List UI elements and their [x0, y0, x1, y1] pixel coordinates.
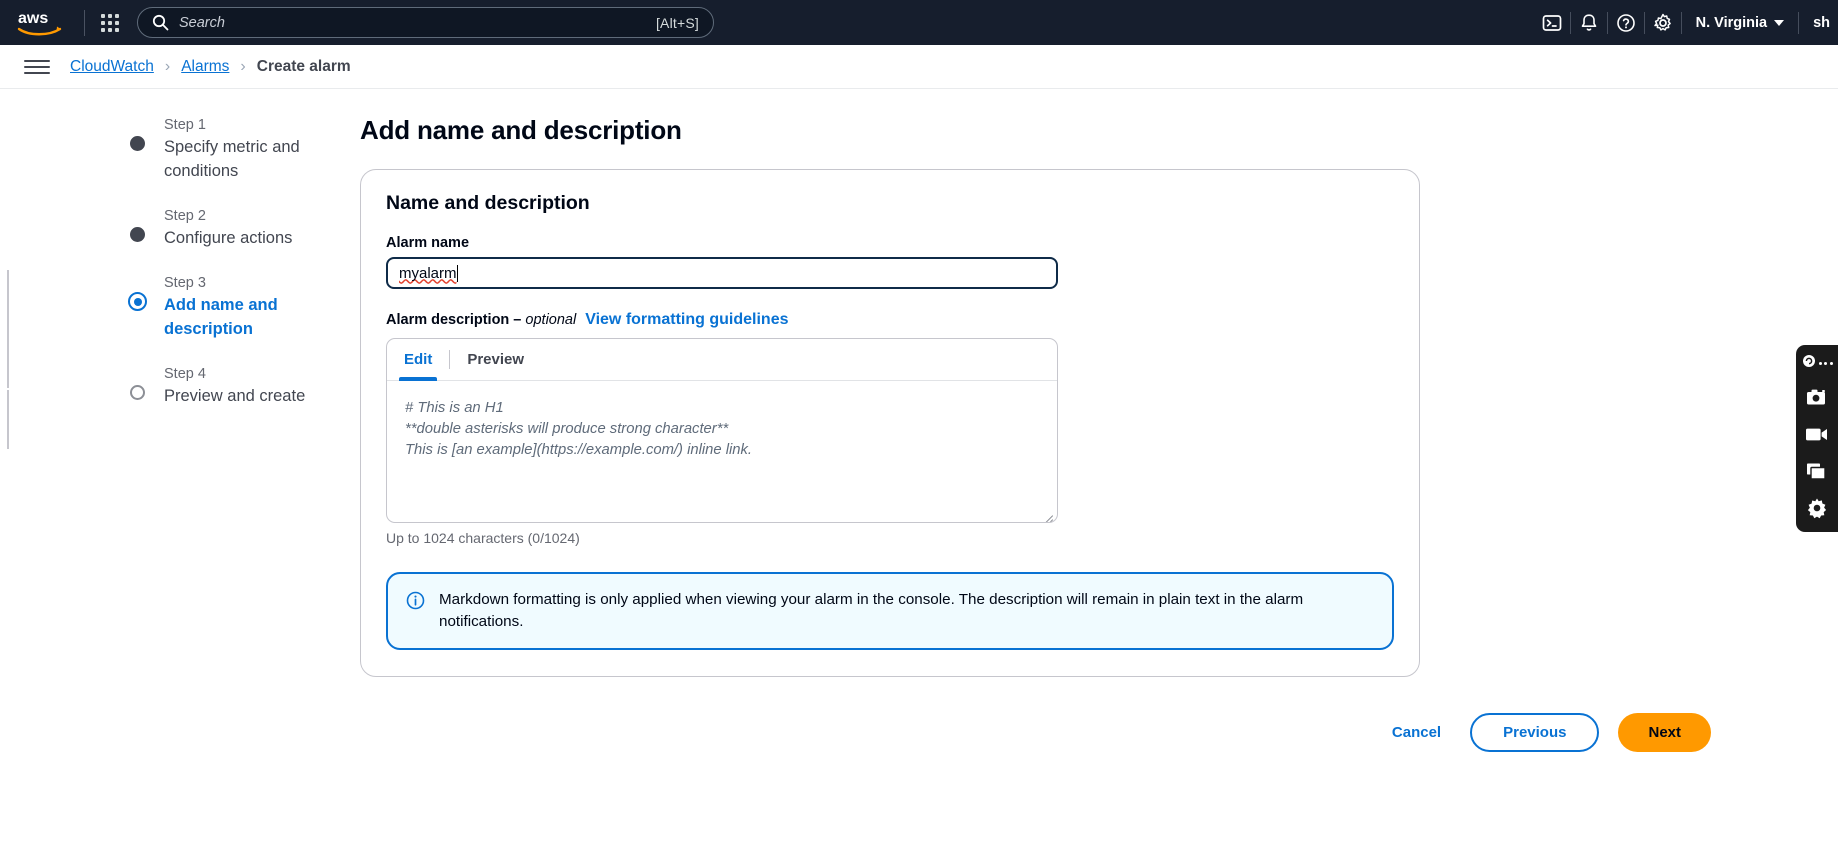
breadcrumb-item-create-alarm: Create alarm: [256, 57, 351, 75]
alarm-name-label: Alarm name: [386, 235, 470, 251]
wizard-step-2[interactable]: Step 2 Configure actions: [130, 206, 360, 250]
settings-icon[interactable]: [1645, 0, 1681, 45]
nav-divider: [84, 9, 85, 36]
screen-recorder-toolbar: [1796, 345, 1838, 532]
cloudshell-icon[interactable]: [1534, 0, 1570, 45]
windows-icon[interactable]: [1804, 458, 1830, 484]
alert-message: Markdown formatting is only applied when…: [439, 591, 1304, 630]
description-textarea-wrapper: [387, 381, 1057, 522]
step-number: Step 4: [164, 366, 206, 382]
step-rail: [7, 270, 9, 329]
cancel-button[interactable]: Cancel: [1382, 718, 1451, 747]
description-textarea[interactable]: [387, 381, 1057, 517]
bell-icon[interactable]: [1571, 0, 1607, 45]
step-title: Configure actions: [164, 229, 293, 247]
services-waffle-icon[interactable]: [93, 6, 127, 40]
alarm-description-label-text: Alarm description –: [386, 312, 526, 328]
markdown-info-alert: Markdown formatting is only applied when…: [386, 572, 1394, 650]
page-body: Step 1 Specify metric and conditions Ste…: [0, 89, 1838, 752]
name-and-description-card: Name and description Alarm name myalarm …: [360, 169, 1420, 677]
video-camera-icon[interactable]: [1804, 421, 1830, 447]
step-dot-icon-pending: [130, 385, 145, 400]
aws-logo[interactable]: aws: [14, 9, 66, 37]
help-icon[interactable]: [1608, 0, 1644, 45]
breadcrumb: CloudWatch › Alarms › Create alarm: [70, 58, 351, 76]
breadcrumb-item-alarms[interactable]: Alarms: [181, 58, 229, 76]
editor-tabs: Edit Preview: [387, 339, 1057, 381]
optional-marker: optional: [525, 312, 577, 328]
chevron-down-icon: [1774, 19, 1785, 26]
step-dot-icon: [130, 136, 145, 151]
account-menu[interactable]: sh: [1799, 0, 1838, 45]
main-content: Add name and description Name and descri…: [360, 115, 1838, 752]
step-rail: [7, 390, 9, 449]
step-title: Specify metric and conditions: [164, 138, 300, 180]
view-formatting-guidelines-link[interactable]: View formatting guidelines: [585, 311, 788, 329]
card-title: Name and description: [386, 192, 590, 214]
tab-preview[interactable]: Preview: [450, 339, 541, 380]
search-icon: [152, 14, 169, 31]
recorder-header[interactable]: [1802, 354, 1833, 373]
search-bar[interactable]: [Alt+S]: [137, 7, 714, 38]
wizard-step-3[interactable]: Step 3 Add name and description: [128, 273, 360, 341]
info-icon: [406, 591, 425, 615]
step-number: Step 3: [164, 275, 206, 291]
step-dot-icon: [130, 227, 145, 242]
alarm-description-label: Alarm description – optional: [386, 312, 576, 328]
wizard-actions: Cancel Previous Next: [360, 677, 1778, 752]
tab-edit[interactable]: Edit: [387, 339, 449, 381]
menu-hamburger-icon[interactable]: [24, 54, 50, 80]
app-logo-icon: [1802, 354, 1816, 373]
gear-icon[interactable]: [1804, 495, 1830, 521]
wizard-step-1[interactable]: Step 1 Specify metric and conditions: [130, 115, 360, 183]
breadcrumb-item-cloudwatch[interactable]: CloudWatch: [70, 58, 154, 76]
alarm-name-input[interactable]: myalarm: [386, 257, 1058, 289]
search-input[interactable]: [179, 14, 656, 31]
page-title: Add name and description: [360, 115, 682, 145]
search-shortcut-hint: [Alt+S]: [655, 14, 699, 31]
top-navigation-bar: aws [Alt+S] N. Virginia: [0, 0, 1838, 45]
breadcrumb-bar: CloudWatch › Alarms › Create alarm: [0, 45, 1838, 89]
next-button[interactable]: Next: [1618, 713, 1711, 752]
wizard-step-4[interactable]: Step 4 Preview and create: [130, 364, 360, 408]
step-number: Step 1: [164, 117, 206, 133]
breadcrumb-separator-icon: ›: [164, 57, 171, 75]
account-label: sh: [1813, 14, 1830, 31]
step-dot-icon-active: [128, 292, 147, 311]
description-editor: Edit Preview: [386, 338, 1058, 523]
character-counter: Up to 1024 characters (0/1024): [386, 530, 580, 546]
text-cursor: [456, 264, 458, 282]
camera-icon[interactable]: [1804, 384, 1830, 410]
region-label: N. Virginia: [1695, 14, 1768, 31]
step-number: Step 2: [164, 208, 206, 224]
breadcrumb-separator-icon: ›: [240, 57, 246, 75]
more-dots-icon[interactable]: [1818, 362, 1833, 365]
region-selector[interactable]: N. Virginia: [1682, 0, 1798, 45]
step-title: Preview and create: [164, 387, 306, 405]
wizard-step-navigation: Step 1 Specify metric and conditions Ste…: [0, 115, 360, 752]
svg-text:aws: aws: [18, 10, 48, 27]
step-rail: [7, 329, 9, 388]
alarm-name-value: myalarm: [399, 264, 457, 282]
step-title: Add name and description: [164, 296, 278, 338]
nav-right-group: N. Virginia sh: [1534, 0, 1838, 45]
previous-button[interactable]: Previous: [1470, 713, 1600, 752]
alarm-description-header: Alarm description – optional View format…: [386, 311, 1394, 329]
